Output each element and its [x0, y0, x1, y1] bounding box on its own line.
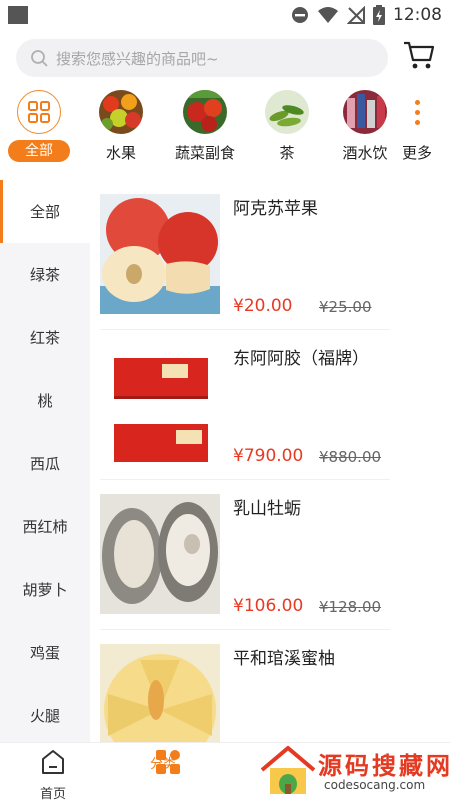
sidebar-item-black-tea[interactable]: 红茶: [0, 306, 90, 369]
wifi-icon: [318, 7, 338, 23]
house-logo-icon: [260, 746, 316, 794]
category-vegetables[interactable]: 蔬菜副食: [170, 90, 240, 163]
product-card[interactable]: 阿克苏苹果 ¥20.00 ¥25.00: [90, 180, 390, 330]
sidebar-item-green-tea[interactable]: 绿茶: [0, 243, 90, 306]
sidebar-item-label: 桃: [37, 392, 53, 410]
category-tea[interactable]: 茶: [252, 90, 322, 163]
product-price: ¥790.00: [233, 446, 304, 466]
category-label: 更多: [401, 144, 432, 162]
home-icon: [42, 750, 64, 774]
product-name: 平和琯溪蜜柚: [233, 649, 335, 669]
category-fruit[interactable]: 水果: [86, 90, 156, 163]
sidebar-item-label: 绿茶: [29, 266, 60, 284]
category-strip: 全部 水果 蔬菜副食 茶 酒水饮 更多: [0, 90, 450, 165]
grid-icon: [17, 90, 61, 134]
search-input[interactable]: 搜索您感兴趣的商品吧~: [16, 39, 388, 77]
notification-icon: [8, 6, 28, 24]
sidebar-item-tomato[interactable]: 西红柿: [0, 495, 90, 558]
product-name: 乳山牡蛎: [233, 499, 301, 519]
status-bar: 12:08: [0, 0, 450, 30]
category-label: 水果: [105, 144, 136, 162]
sidebar-item-label: 红茶: [29, 329, 60, 347]
vegetables-image: [183, 90, 227, 134]
apple-image: [100, 194, 220, 314]
product-original-price: ¥128.00: [319, 598, 382, 616]
sidebar-item-egg[interactable]: 鸡蛋: [0, 621, 90, 684]
search-icon: [31, 50, 48, 67]
status-icons: 12:08: [291, 5, 442, 25]
product-original-price: ¥880.00: [319, 448, 382, 466]
pomelo-image: [100, 644, 220, 742]
sidebar-item-label: 西瓜: [29, 455, 60, 473]
ejiao-box-image: [100, 344, 220, 464]
drinks-image: [343, 90, 387, 134]
more-dots-icon: [382, 90, 450, 134]
oyster-image: [100, 494, 220, 614]
category-label: 蔬菜副食: [174, 144, 235, 162]
sidebar-item-watermelon[interactable]: 西瓜: [0, 432, 90, 495]
nav-home[interactable]: 首页: [13, 749, 93, 800]
category-label: 全部: [8, 140, 70, 162]
clock: 12:08: [393, 5, 442, 25]
category-sidebar: 全部 绿茶 红茶 桃 西瓜 西红柿 胡萝卜 鸡蛋 火腿: [0, 180, 90, 742]
product-card[interactable]: 乳山牡蛎 ¥106.00 ¥128.00: [90, 480, 390, 630]
cart-icon[interactable]: [402, 38, 436, 72]
watermark: 源码搜藏网 codesocang.com: [258, 744, 450, 798]
category-more[interactable]: 更多: [382, 90, 450, 163]
category-all[interactable]: 全部: [4, 90, 74, 162]
sidebar-item-label: 胡萝卜: [22, 581, 68, 599]
product-original-price: ¥25.00: [319, 298, 372, 316]
fruit-image: [99, 90, 143, 134]
product-card[interactable]: 东阿阿胶（福牌） ¥790.00 ¥880.00: [90, 330, 390, 480]
sidebar-item-all[interactable]: 全部: [0, 180, 90, 243]
nav-home-label: 首页: [39, 787, 66, 800]
sidebar-item-peach[interactable]: 桃: [0, 369, 90, 432]
product-price: ¥20.00: [233, 296, 293, 316]
no-signal-icon: [347, 6, 365, 24]
category-label: 茶: [279, 144, 295, 162]
product-price: ¥106.00: [233, 596, 304, 616]
battery-icon: [373, 5, 385, 25]
search-placeholder: 搜索您感兴趣的商品吧~: [56, 49, 219, 68]
nav-category-label: 分类: [149, 757, 176, 772]
nav-category[interactable]: 分类: [128, 749, 208, 779]
tea-image: [265, 90, 309, 134]
sidebar-item-label: 火腿: [29, 707, 60, 725]
sidebar-item-ham[interactable]: 火腿: [0, 684, 90, 747]
sidebar-item-carrot[interactable]: 胡萝卜: [0, 558, 90, 621]
sidebar-item-label: 全部: [29, 203, 60, 221]
sidebar-item-label: 鸡蛋: [29, 644, 60, 662]
search-row: 搜索您感兴趣的商品吧~: [16, 38, 436, 78]
product-name: 阿克苏苹果: [233, 199, 318, 219]
do-not-disturb-icon: [292, 7, 308, 23]
product-card[interactable]: 平和琯溪蜜柚: [90, 630, 390, 742]
product-name: 东阿阿胶（福牌）: [233, 349, 369, 369]
product-list: 阿克苏苹果 ¥20.00 ¥25.00 东阿阿胶（福牌） ¥790.00 ¥88…: [90, 180, 450, 742]
watermark-title: 源码搜藏网: [318, 751, 450, 780]
sidebar-item-label: 西红柿: [22, 518, 68, 536]
watermark-url: codesocang.com: [324, 778, 426, 792]
